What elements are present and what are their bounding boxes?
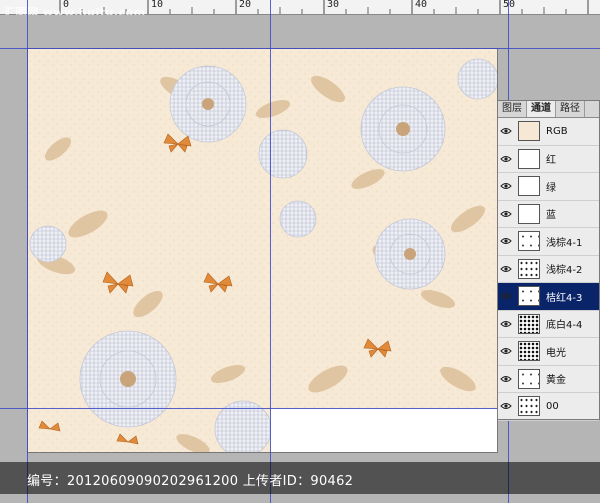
channel-thumbnail [518,313,540,334]
ruler-label: 10 [151,0,164,10]
vertical-guide[interactable] [270,0,271,503]
channel-row[interactable]: 黄金 [498,366,599,393]
image-id-text: 编号：20120609090202961200 上传者ID：90462 [27,474,354,489]
channel-label: 电光 [546,347,566,359]
channel-row[interactable]: 红 [498,146,599,173]
eye-icon[interactable] [498,237,514,245]
channel-list: RGB 红绿蓝浅棕4-1 浅棕4-2 桔红4-3 底白4-4 电光黄金 00 [498,118,599,421]
channel-thumbnail [518,368,540,389]
channel-label: 黄金 [546,375,566,387]
horizontal-guide[interactable] [0,48,600,49]
tab-layers[interactable]: 图层 [498,101,527,117]
channel-label: 浅棕4-2 [546,265,583,277]
channel-thumbnail [518,341,540,362]
channel-label: 红 [546,155,556,167]
channels-panel: 图层 通道 路径 RGB 红绿蓝浅棕4-1 浅棕4-2 桔红4-3 底白4-4 电光黄金 0… [497,100,600,421]
channel-row[interactable]: 电光 [498,338,599,366]
channel-row[interactable]: 桔红4-3 [498,283,599,311]
channel-label: 桔红4-3 [546,292,583,304]
eye-icon[interactable] [498,320,514,328]
channel-row[interactable]: 00 [498,393,599,421]
document-canvas[interactable] [27,48,498,453]
channel-row[interactable]: RGB [498,118,599,146]
vertical-guide[interactable] [27,0,28,503]
floral-wallpaper-artwork [28,49,497,452]
channel-row[interactable]: 绿 [498,173,599,201]
eye-icon[interactable] [498,292,514,300]
channel-thumbnail [518,203,540,224]
channel-thumbnail [518,258,540,279]
ruler-label: 40 [415,0,428,10]
channel-thumbnail [518,286,540,307]
tab-channels[interactable]: 通道 [527,101,556,117]
eye-icon[interactable] [498,375,514,383]
channel-label: 蓝 [546,210,556,222]
eye-icon[interactable] [498,347,514,355]
channel-thumbnail [518,396,540,417]
channel-thumbnail [518,148,540,169]
eye-icon[interactable] [498,155,514,163]
ruler-label: 50 [503,0,516,10]
channel-label: 浅棕4-1 [546,237,583,249]
eye-icon[interactable] [498,210,514,218]
channel-label: 底白4-4 [546,320,583,332]
eye-icon[interactable] [498,127,514,135]
eye-icon[interactable] [498,402,514,410]
panel-tabs: 图层 通道 路径 [498,101,599,118]
ruler-label: 20 [239,0,252,10]
channel-row[interactable]: 浅棕4-2 [498,256,599,283]
channel-label: RGB [546,125,568,137]
channel-thumbnail [518,176,540,197]
eye-icon[interactable] [498,265,514,273]
tab-paths[interactable]: 路径 [556,101,585,117]
channel-label: 00 [546,400,559,412]
channel-thumbnail [518,121,540,142]
channel-row[interactable]: 浅棕4-1 [498,228,599,256]
channel-thumbnail [518,231,540,252]
channel-label: 绿 [546,182,556,194]
channel-row[interactable]: 底白4-4 [498,311,599,338]
eye-icon[interactable] [498,182,514,190]
ruler-label: 30 [327,0,340,10]
channel-row[interactable]: 蓝 [498,201,599,228]
